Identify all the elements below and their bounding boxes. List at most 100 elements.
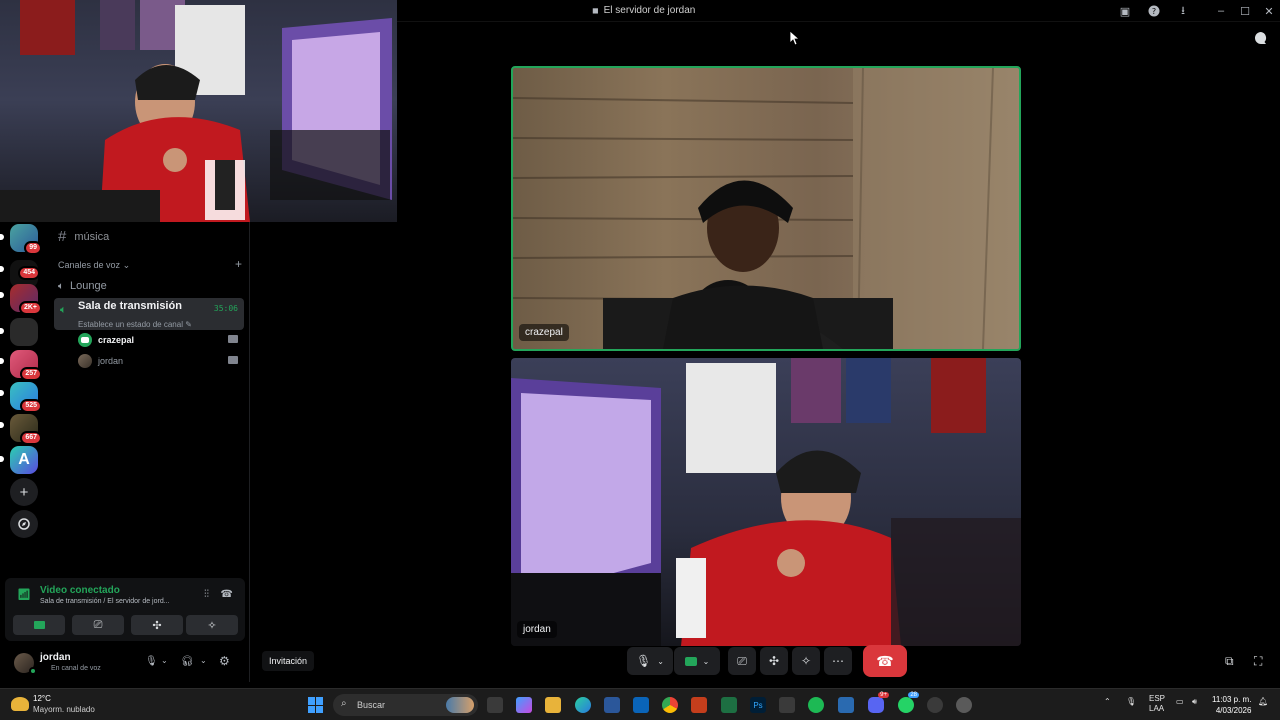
user-panel: jordan En canal de voz 🎙︎ ⌄ 🎧︎ ⌄ ⚙ <box>5 645 245 681</box>
photoshop-icon[interactable]: Ps <box>750 697 766 713</box>
fullscreen-icon[interactable]: ⛶ <box>1254 654 1262 669</box>
phone-hangup-icon: ☎︎ <box>876 652 894 669</box>
voice-channel-lounge[interactable]: 🔈︎ Lounge <box>54 276 244 296</box>
app-icon[interactable] <box>838 697 854 713</box>
microphone-button[interactable]: 🎙︎ ⌄ <box>627 647 673 675</box>
whatsapp-icon[interactable]: 28 <box>898 692 919 713</box>
screen-share-button[interactable]: ⎚ <box>728 647 756 675</box>
voice-status[interactable]: Video conectado <box>40 585 120 596</box>
screen-share-status-icon[interactable]: ▣ <box>1118 4 1132 18</box>
server-unread-pip <box>0 234 4 240</box>
screen-share-button[interactable]: ⎚ <box>72 615 124 635</box>
voice-member-crazepal[interactable]: crazepal <box>78 332 238 348</box>
voice-category[interactable]: Canales de voz ⌄ + <box>58 258 242 271</box>
edge-icon[interactable] <box>575 697 591 713</box>
svg-text:?: ? <box>1152 7 1156 16</box>
weather-temp[interactable]: 12°C <box>33 694 51 703</box>
server-icon-8[interactable]: A <box>10 446 38 474</box>
camera-button[interactable] <box>13 615 65 635</box>
activities-button[interactable]: ✣ <box>760 647 788 675</box>
soundboard-button[interactable]: ✧ <box>792 647 820 675</box>
invite-button[interactable]: Invitación <box>262 651 315 671</box>
word-icon[interactable] <box>604 697 620 713</box>
windows-start-icon[interactable] <box>308 697 324 713</box>
popout-icon[interactable]: ⧉ <box>1225 654 1234 669</box>
channel-status[interactable]: Establece un estado de canal ✎ <box>78 320 192 329</box>
voice-location[interactable]: Sala de transmisión / El servidor de jor… <box>40 598 170 605</box>
add-server-icon[interactable]: + <box>10 478 38 506</box>
server-icon-6[interactable]: 525 <box>10 382 42 413</box>
weather-icon[interactable] <box>11 697 29 711</box>
mention-badge: 99 <box>24 241 42 255</box>
camera-toggle-button[interactable]: ⌄ <box>674 647 720 675</box>
noise-suppression-icon[interactable]: ⫶⫶ <box>204 589 209 600</box>
leave-call-button[interactable]: ☎︎ <box>863 645 907 677</box>
mention-badge: 525 <box>20 399 42 413</box>
pencil-icon: ✎ <box>185 319 192 329</box>
video-tile-jordan[interactable]: jordan <box>511 358 1021 646</box>
avatar <box>78 333 92 347</box>
tray-microphone-icon[interactable]: 🎙︎ <box>1126 697 1136 706</box>
chevron-down-icon[interactable]: ⌄ <box>161 656 168 665</box>
more-options-button[interactable]: ⋯ <box>824 647 852 675</box>
task-view-icon[interactable] <box>487 697 503 713</box>
microphone-icon[interactable]: 🎙︎ <box>145 656 158 667</box>
copilot-icon[interactable] <box>516 697 532 713</box>
activities-button[interactable]: ✣ <box>131 615 183 635</box>
store-icon[interactable] <box>779 697 795 713</box>
disconnect-icon[interactable]: ☎︎ <box>221 589 233 600</box>
more-icon: ⋯ <box>832 654 844 668</box>
speaker-icon: 🔈︎ <box>58 280 64 292</box>
language-indicator[interactable]: ESP LAA <box>1149 694 1165 714</box>
text-channel-musica[interactable]: # música <box>58 228 109 245</box>
powerpoint-icon[interactable] <box>691 697 707 713</box>
signal-icon: 📶︎ <box>17 589 31 601</box>
video-tile-crazepal[interactable]: crazepal <box>511 66 1021 351</box>
notification-icon[interactable]: 🔔︎ <box>1258 697 1268 706</box>
network-icon[interactable]: ▭ <box>1176 697 1184 706</box>
minimize-icon[interactable]: – <box>1214 4 1228 18</box>
video-icon <box>684 656 697 666</box>
spotify-icon[interactable] <box>808 697 824 713</box>
search-icon: ⌕ <box>341 698 347 709</box>
download-icon[interactable]: ⭳ <box>1176 4 1190 18</box>
volume-icon[interactable]: 🔊︎ <box>1192 697 1197 707</box>
chevron-down-icon[interactable]: ⌄ <box>200 656 207 665</box>
chat-toggle-icon[interactable] <box>1253 30 1269 46</box>
taskbar-clock[interactable]: 11:03 p. m. 4/03/2026 <box>1212 694 1251 716</box>
video-feed <box>511 358 1021 646</box>
server-icon-7[interactable]: 667 <box>10 414 42 445</box>
settings-gear-icon[interactable]: ⚙ <box>219 654 230 668</box>
voice-channel-sala-de-transmision[interactable]: 🔈︎ Sala de transmisión Establece un esta… <box>54 298 244 330</box>
self-camera-preview[interactable] <box>0 0 397 222</box>
settings-icon[interactable] <box>956 697 972 713</box>
discover-icon[interactable] <box>10 510 38 538</box>
server-icon-3[interactable]: 2K+ <box>10 284 42 315</box>
server-unread-pip <box>0 328 4 334</box>
participant-name-label: crazepal <box>519 324 569 341</box>
close-icon[interactable]: ✕ <box>1262 4 1276 18</box>
file-explorer-icon[interactable] <box>545 697 561 713</box>
discord-icon[interactable]: 9+ <box>868 692 889 713</box>
self-camera-frame <box>0 0 392 222</box>
excel-icon[interactable] <box>721 697 737 713</box>
window-title: ◼ El servidor de jordan <box>592 5 696 16</box>
outlook-icon[interactable] <box>633 697 649 713</box>
add-channel-icon[interactable]: + <box>235 258 242 271</box>
server-icon-4[interactable] <box>10 318 38 346</box>
voice-member-jordan[interactable]: jordan <box>78 353 238 369</box>
server-icon-5[interactable]: 257 <box>10 350 42 381</box>
help-icon[interactable]: ? <box>1147 4 1161 18</box>
avatar <box>78 354 92 368</box>
app-icon[interactable] <box>927 697 943 713</box>
tray-chevron-icon[interactable]: ⌃ <box>1104 697 1111 706</box>
headphones-icon[interactable]: 🎧︎ <box>181 656 194 667</box>
maximize-icon[interactable]: ☐ <box>1238 4 1252 18</box>
server-icon-1[interactable]: 99 <box>10 224 42 255</box>
activities-icon: ✣ <box>152 619 162 632</box>
soundboard-button[interactable]: ✧ <box>186 615 238 635</box>
weather-desc[interactable]: Mayorm. nublado <box>33 705 95 714</box>
taskbar-search[interactable]: ⌕ Buscar <box>333 694 478 716</box>
chrome-icon[interactable] <box>662 697 678 713</box>
mouse-cursor <box>789 30 801 50</box>
